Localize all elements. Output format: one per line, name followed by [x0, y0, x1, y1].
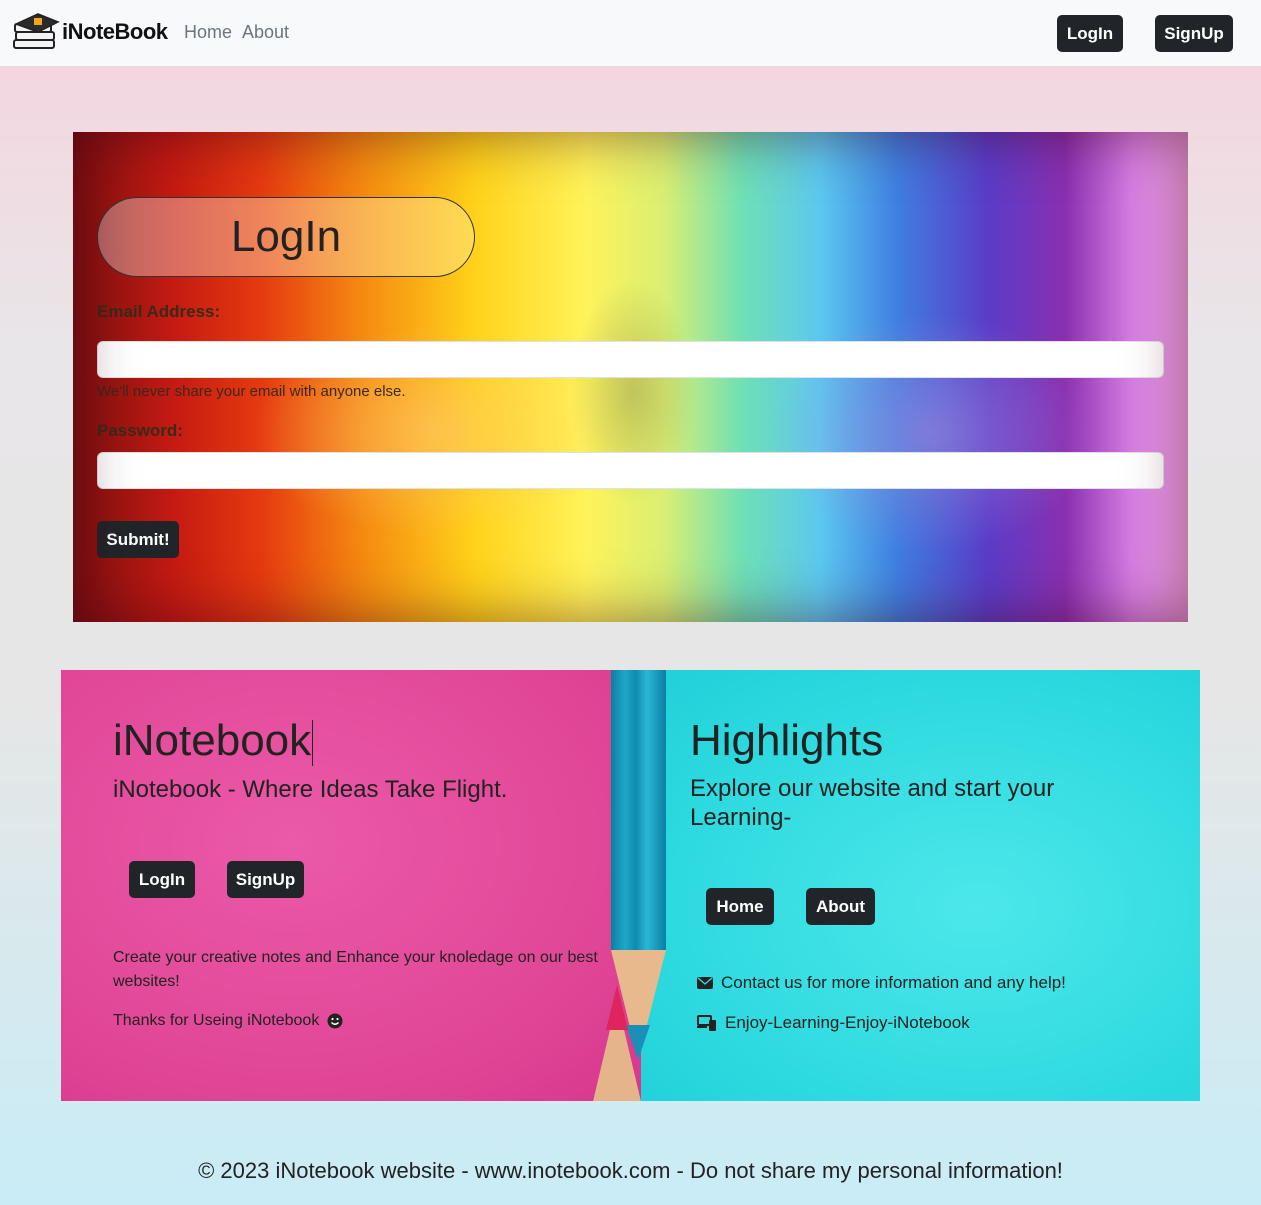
- password-field[interactable]: [97, 452, 1164, 489]
- submit-button[interactable]: Submit!: [97, 521, 179, 558]
- footer-thanks: Thanks for Useing iNotebook: [113, 1012, 351, 1030]
- enjoy-row: Enjoy-Learning-Enjoy-iNotebook: [697, 1013, 970, 1033]
- highlights-title: Highlights: [690, 716, 884, 765]
- smile-icon: [327, 1013, 343, 1029]
- contact-row: Contact us for more information and any …: [697, 973, 1066, 993]
- email-help-text: We'll never share your email with anyone…: [97, 383, 406, 400]
- pink-pencil-lead-decoration: [606, 985, 628, 1030]
- footer-thanks-text: Thanks for Useing iNotebook: [113, 1012, 320, 1029]
- footer-login-button[interactable]: LogIn: [129, 861, 195, 898]
- contact-text: Contact us for more information and any …: [721, 973, 1066, 992]
- books-icon: [13, 13, 60, 49]
- footer-description: Create your creative notes and Enhance y…: [113, 949, 598, 990]
- brand[interactable]: iNoteBook: [12, 10, 168, 54]
- password-label: Password:: [97, 421, 183, 440]
- text-cursor: [312, 720, 314, 767]
- pencil-decoration: [611, 670, 666, 950]
- copyright-text: © 2023 iNotebook website - www.inotebook…: [198, 1158, 1063, 1183]
- footer-tagline: iNotebook - Where Ideas Take Flight.: [113, 776, 508, 803]
- nav-link-about[interactable]: About: [242, 22, 289, 43]
- footer-brand-title: iNotebook: [113, 716, 314, 767]
- footer-section: iNotebook iNotebook - Where Ideas Take F…: [61, 670, 1200, 1101]
- enjoy-text: Enjoy-Learning-Enjoy-iNotebook: [725, 1013, 970, 1032]
- email-label: Email Address:: [97, 302, 221, 321]
- envelope-icon: [697, 977, 713, 989]
- highlights-subtitle: Explore our website and start your Learn…: [690, 775, 1055, 831]
- email-field[interactable]: [97, 341, 1164, 378]
- login-section: LogIn Email Address: We'll never share y…: [73, 132, 1188, 622]
- footer-signup-button[interactable]: SignUp: [227, 861, 304, 898]
- footer-brand-title-text: iNotebook: [113, 716, 312, 765]
- footer-about-button[interactable]: About: [806, 888, 875, 925]
- nav-signup-button[interactable]: SignUp: [1155, 15, 1233, 52]
- nav-link-home[interactable]: Home: [184, 22, 232, 43]
- login-title: LogIn: [97, 197, 475, 277]
- navbar: iNoteBook Home About LogIn SignUp: [0, 0, 1261, 66]
- nav-login-button[interactable]: LogIn: [1057, 15, 1123, 52]
- devices-icon: [697, 1015, 716, 1031]
- brand-name: iNoteBook: [62, 19, 168, 44]
- footer-home-button[interactable]: Home: [706, 888, 774, 925]
